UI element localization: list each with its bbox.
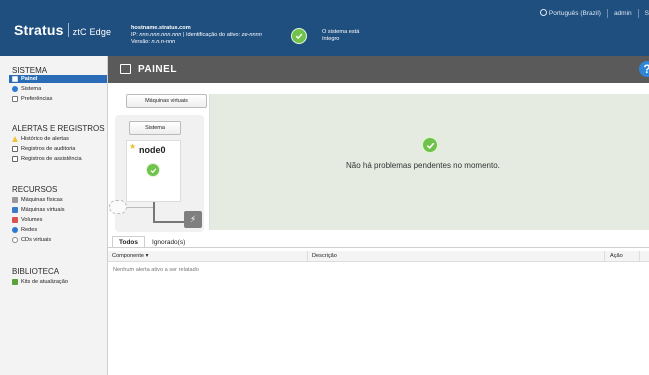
volume-icon xyxy=(12,217,18,223)
sidebar-item-label: Registros de auditoria xyxy=(21,146,76,152)
system-status-line1: O sistema está xyxy=(322,29,360,35)
node-name: node0 xyxy=(139,145,166,155)
tab-divider xyxy=(108,247,649,248)
extra-link[interactable]: S xyxy=(645,10,649,17)
upgrade-kit-icon xyxy=(12,279,18,285)
sidebar-item-maquinas-virtuais[interactable]: Máquinas virtuais xyxy=(12,206,65,214)
system-status: O sistema está íntegro xyxy=(322,29,359,43)
column-acao[interactable]: Ação xyxy=(610,253,623,259)
sidebar-section-sistema: SISTEMA xyxy=(12,66,48,75)
sidebar-item-cds-virtuais[interactable]: CDs virtuais xyxy=(12,236,51,244)
sidebar-item-sistema[interactable]: Sistema xyxy=(12,85,41,93)
sidebar-section-recursos: RECURSOS xyxy=(12,185,58,194)
network-icon xyxy=(12,227,18,233)
node-ok-check-icon xyxy=(146,163,160,177)
plug-icon[interactable]: ⚡ xyxy=(184,211,202,228)
ip-line: IP: nnn.nnn.nnn.nnn | Identificação do a… xyxy=(131,32,262,39)
sidebar-item-label: Redes xyxy=(21,227,38,233)
dashboard-icon xyxy=(120,64,131,74)
host-info: hostname.stratus.com IP: nnn.nnn.nnn.nnn… xyxy=(131,25,262,47)
dashboard-icon xyxy=(12,76,18,82)
sidebar-item-label: Preferências xyxy=(21,96,53,102)
sidebar-item-label: Kits de atualização xyxy=(21,279,68,285)
asset-value: ze-nnnn xyxy=(241,32,262,39)
sidebar-item-volumes[interactable]: Volumes xyxy=(12,216,42,224)
cloud-icon xyxy=(109,200,127,214)
top-links: Português (Brazil) admin S xyxy=(539,7,649,19)
version-value: n.n.n-nnn xyxy=(151,39,176,46)
column-componente[interactable]: Componente ▾ xyxy=(112,253,148,259)
connector-line xyxy=(126,207,153,208)
help-icon[interactable]: ? xyxy=(639,61,649,77)
sort-chevron-icon: ▾ xyxy=(145,253,149,259)
brand-name: Stratus xyxy=(14,22,64,38)
page-header: PAINEL ? xyxy=(108,56,649,83)
system-status-line2: íntegro xyxy=(322,36,340,42)
globe-icon xyxy=(539,9,547,16)
connector-line xyxy=(153,202,155,222)
brand-separator xyxy=(67,23,69,37)
sidebar-item-label: Histórico de alertas xyxy=(21,136,69,142)
primary-star-icon: ★ xyxy=(129,142,137,151)
user-menu[interactable]: admin xyxy=(614,10,632,17)
preferences-icon xyxy=(12,96,18,102)
sidebar-item-painel[interactable]: Painel xyxy=(9,75,107,83)
sidebar-item-label: CDs virtuais xyxy=(21,237,52,243)
status-message: Não há problemas pendentes no momento. xyxy=(346,161,500,170)
version-line: Versão: n.n.n-nnn xyxy=(131,39,262,46)
sidebar-item-label: Sistema xyxy=(21,86,42,92)
warning-icon xyxy=(12,136,18,142)
sidebar-item-label: Registros de assistência xyxy=(21,156,82,162)
column-divider[interactable] xyxy=(604,251,605,262)
status-ok-check-icon xyxy=(421,136,439,154)
language-selector[interactable]: Português (Brazil) xyxy=(539,9,601,17)
sidebar-item-registros-auditoria[interactable]: Registros de auditoria xyxy=(12,145,75,153)
sidebar-item-label: Painel xyxy=(21,76,38,82)
sidebar: SISTEMA Painel Sistema Preferências ALER… xyxy=(0,56,108,375)
column-descricao[interactable]: Descrição xyxy=(312,253,337,259)
support-log-icon xyxy=(12,156,18,162)
sidebar-item-preferencias[interactable]: Preferências xyxy=(12,95,52,103)
asset-label: | Identificação do ativo: xyxy=(181,32,242,39)
sidebar-section-biblioteca: BIBLIOTECA xyxy=(12,267,60,276)
sidebar-item-label: Máquinas virtuais xyxy=(21,207,65,213)
ip-value: nnn.nnn.nnn.nnn xyxy=(139,32,182,39)
sidebar-item-label: Máquinas físicas xyxy=(21,197,63,203)
sidebar-item-kits-atualizacao[interactable]: Kits de atualização xyxy=(12,278,68,286)
page-title: PAINEL xyxy=(138,64,177,75)
column-label: Componente xyxy=(112,253,145,259)
column-divider[interactable] xyxy=(307,251,308,262)
system-ok-check-icon xyxy=(291,28,307,44)
virtual-machine-icon xyxy=(12,207,18,213)
virtual-cd-icon xyxy=(12,237,18,243)
physical-machine-icon xyxy=(12,197,18,203)
system-globe-icon xyxy=(12,86,18,92)
hostname: hostname.stratus.com xyxy=(131,25,191,31)
sidebar-item-historico-alertas[interactable]: Histórico de alertas xyxy=(12,135,69,143)
virtual-machines-button[interactable]: Máquinas virtuais xyxy=(126,94,207,108)
sidebar-item-redes[interactable]: Redes xyxy=(12,226,37,234)
node-card[interactable]: ★ node0 xyxy=(126,140,181,202)
audit-log-icon xyxy=(12,146,18,152)
sidebar-item-registros-assistencia[interactable]: Registros de assistência xyxy=(12,155,82,163)
sidebar-item-label: Volumes xyxy=(21,217,43,223)
divider xyxy=(606,8,608,18)
system-button[interactable]: Sistema xyxy=(129,121,181,135)
version-label: Versão: xyxy=(131,39,152,46)
top-header: Stratus ztC Edge hostname.stratus.com IP:… xyxy=(0,0,649,56)
empty-alerts-message: Nenhum alerta ativo a ser relatado xyxy=(113,267,199,273)
sidebar-section-alertas: ALERTAS E REGISTROS xyxy=(12,124,105,133)
alerts-table-header: Componente ▾ Descrição Ação xyxy=(108,251,649,262)
connector-line xyxy=(153,221,184,223)
language-label: Português (Brazil) xyxy=(548,10,601,17)
brand-logo: Stratus ztC Edge xyxy=(14,22,111,38)
app-window: Stratus ztC Edge hostname.stratus.com IP:… xyxy=(0,0,649,375)
product-name: ztC Edge xyxy=(72,27,112,37)
divider xyxy=(637,8,639,18)
sidebar-item-maquinas-fisicas[interactable]: Máquinas físicas xyxy=(12,196,63,204)
column-divider[interactable] xyxy=(639,251,640,262)
